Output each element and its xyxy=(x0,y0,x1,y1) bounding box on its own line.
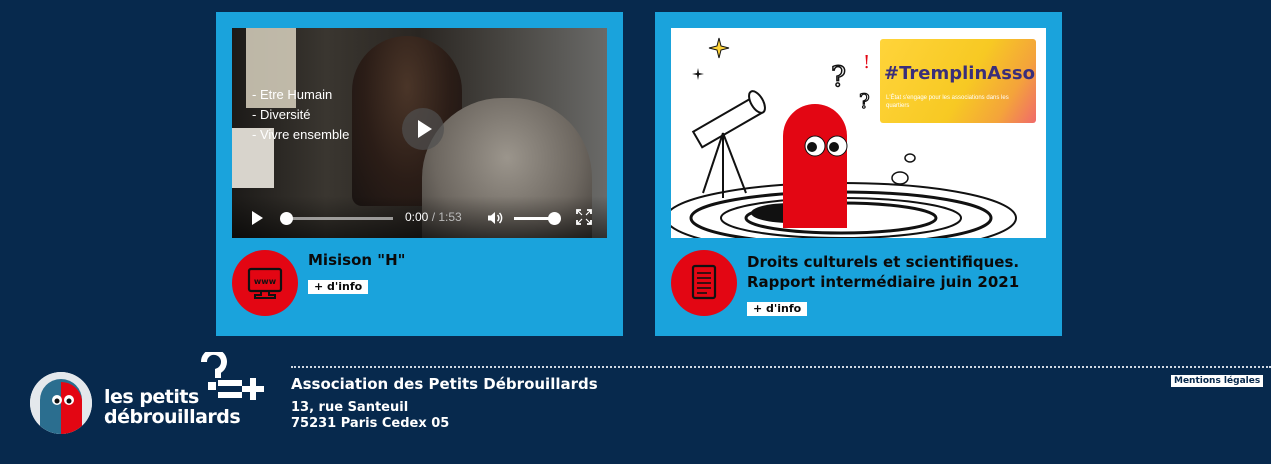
logo-line: débrouillards xyxy=(104,406,241,428)
address: 13, rue Santeuil 75231 Paris Cedex 05 xyxy=(291,400,449,432)
more-info-button[interactable]: + d'info xyxy=(747,302,808,316)
association-name: Association des Petits Débrouillards xyxy=(291,375,598,393)
svg-text:?: ? xyxy=(859,89,870,113)
video-overlay-line: - Etre Humain xyxy=(252,87,333,102)
card-title-line: Droits culturels et scientifiques. xyxy=(747,253,1020,271)
time-duration: 1:53 xyxy=(438,210,462,224)
svg-text:?: ? xyxy=(831,60,846,93)
video-overlay-text: - Etre Humain - Diversité - Vivre ensemb… xyxy=(252,85,349,145)
tremplinasso-badge: #TremplinAsso L'État s'engage pour les a… xyxy=(880,39,1036,123)
volume-handle[interactable] xyxy=(548,212,561,225)
card-title-line: Rapport intermédiaire juin 2021 xyxy=(747,273,1020,291)
time-current: 0:00 xyxy=(405,210,429,224)
big-play-icon[interactable] xyxy=(402,108,444,150)
more-info-button[interactable]: + d'info xyxy=(308,280,369,294)
footer-divider xyxy=(291,366,1271,368)
card-title[interactable]: Droits culturels et scientifiques. Rappo… xyxy=(747,252,1057,292)
volume-icon[interactable] xyxy=(487,210,503,226)
progress-bar[interactable] xyxy=(287,217,393,220)
fullscreen-icon[interactable] xyxy=(576,209,592,225)
illustration-image[interactable]: ? ? ! #TremplinAsso L'État s'engage pour… xyxy=(671,28,1046,238)
video-player[interactable]: - Etre Humain - Diversité - Vivre ensemb… xyxy=(232,28,607,238)
video-overlay-line: - Vivre ensemble xyxy=(252,127,350,142)
project-card-mission-h: - Etre Humain - Diversité - Vivre ensemb… xyxy=(216,12,623,336)
video-controls: 0:00 / 1:53 xyxy=(232,196,607,238)
address-line: 13, rue Santeuil xyxy=(291,400,409,415)
time-separator: / xyxy=(428,210,439,224)
play-icon[interactable] xyxy=(252,211,263,225)
video-overlay-line: - Diversité xyxy=(252,107,311,122)
svg-text:!: ! xyxy=(863,52,870,73)
card-title[interactable]: Misison "H" xyxy=(308,250,405,270)
question-equals-plus-icon xyxy=(200,352,264,400)
tremplinasso-subtitle: L'État s'engage pour les associations da… xyxy=(886,95,1009,109)
mentions-legales-link[interactable]: Mentions légales xyxy=(1171,375,1264,387)
www-monitor-icon: www xyxy=(232,250,298,316)
svg-text:www: www xyxy=(254,277,277,286)
time-display: 0:00 / 1:53 xyxy=(405,210,462,224)
project-card-droits-culturels: ? ? ! #TremplinAsso L'État s'engage pour… xyxy=(655,12,1062,336)
progress-handle[interactable] xyxy=(280,212,293,225)
mascot-icon xyxy=(30,372,92,434)
logo[interactable]: les petits débrouillards xyxy=(30,350,270,436)
address-line: 75231 Paris Cedex 05 xyxy=(291,416,450,431)
document-icon xyxy=(671,250,737,316)
tremplinasso-title: #TremplinAsso xyxy=(884,63,1035,84)
